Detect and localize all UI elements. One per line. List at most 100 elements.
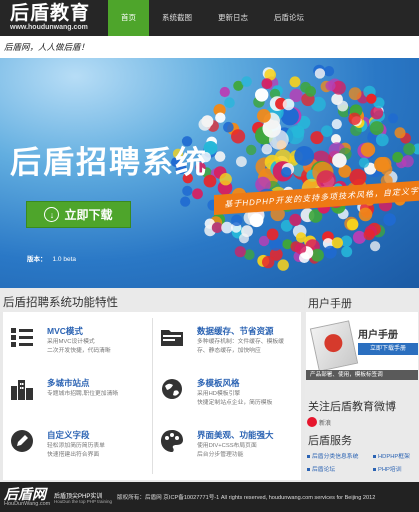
balloon — [246, 144, 257, 156]
balloon — [277, 259, 289, 271]
balloon — [224, 97, 235, 108]
feature-desc: 多种缓存机制：文件缓存、模板缓存、静态缓存，加快响应 — [197, 339, 284, 354]
manual-download-button[interactable]: 立即下载手册 — [358, 343, 418, 355]
banner-title: 后盾招聘系统 — [10, 145, 208, 180]
balloon — [358, 207, 373, 222]
balloon — [215, 112, 226, 123]
service-link[interactable]: 后盾论坛 — [307, 464, 335, 473]
balloon — [305, 86, 316, 97]
balloon — [380, 163, 393, 176]
balloon — [348, 112, 361, 125]
city-icon — [11, 380, 33, 400]
balloon — [299, 252, 310, 263]
balloon — [394, 127, 406, 139]
folder-icon — [161, 330, 183, 346]
balloon — [360, 142, 376, 157]
balloon — [219, 173, 232, 186]
nav-home[interactable]: 首页 — [108, 0, 149, 36]
balloon — [281, 167, 292, 178]
balloon — [323, 66, 335, 77]
balloon — [289, 213, 302, 226]
balloon — [363, 229, 375, 241]
balloon — [219, 86, 230, 98]
download-button[interactable]: ↓ 立即下载 — [26, 201, 131, 228]
balloon — [401, 155, 414, 168]
palette-icon — [161, 430, 183, 452]
balloon — [211, 222, 223, 234]
manual-title: 用户手册 — [358, 330, 398, 341]
nav-forum[interactable]: 后盾论坛 — [261, 0, 317, 36]
feature-title: 多模板风格 — [197, 378, 240, 388]
balloon — [241, 76, 252, 87]
balloon — [337, 100, 349, 112]
balloon — [239, 233, 249, 244]
version-label: 版本： — [27, 256, 47, 263]
balloon — [310, 248, 324, 262]
feature-custom-fields: 自定义字段 轻松添加简历简历表单 快速搭建出符合界面 — [3, 422, 143, 472]
service-link[interactable]: 后盾分类信息系统 — [307, 451, 358, 460]
balloon — [294, 146, 315, 166]
footer: 后盾网 HouDunWang.com 后盾顶尖PHP实训 HouDun the … — [0, 482, 419, 512]
footer-tagline-sub: HouDun the top PHP training — [54, 499, 112, 504]
feature-desc: 专题城市招聘,职位更加清晰 — [47, 391, 119, 397]
balloon — [332, 153, 347, 168]
feature-templates: 多模板风格 采用HD模板引擎 快捷定制站点企业，简历模板 — [153, 370, 293, 420]
manual-book-icon — [309, 320, 359, 372]
list-icon — [11, 328, 33, 347]
manual-card[interactable]: 用户手册 立即下载手册 产品部署、使用，模板标签调 — [306, 312, 418, 380]
balloon — [223, 121, 234, 133]
feature-desc: 采用HD模板引擎 快捷定制站点企业，简历模板 — [197, 391, 273, 406]
feature-cache: 数据缓存、节省资源 多种缓存机制：文件缓存、模板缓存、静态缓存，加快响应 — [153, 318, 293, 368]
feature-desc: 轻松添加简历简历表单 快速搭建出符合界面 — [47, 443, 105, 458]
balloon — [231, 214, 243, 226]
balloon — [192, 188, 203, 200]
balloon — [261, 78, 273, 89]
balloon — [282, 98, 295, 111]
slogan-bar: 后盾网，人人做后盾！ — [0, 36, 419, 58]
balloon — [370, 241, 381, 252]
balloon — [180, 196, 191, 207]
balloon — [375, 133, 389, 147]
feature-mvc: MVC模式 采用MVC设计模式 二次开发快捷，代码清晰 — [3, 318, 143, 368]
weibo-label[interactable]: 新浪 — [319, 418, 331, 427]
features-heading: 后盾招聘系统功能特性 — [3, 297, 118, 309]
logo-url: www.houdunwang.com — [10, 24, 88, 31]
feature-title: 多城市站点 — [47, 378, 90, 388]
balloon — [231, 129, 246, 144]
features-header: 后盾招聘系统功能特性 — [0, 290, 304, 312]
download-arrow-icon: ↓ — [44, 207, 60, 222]
nav-screenshots[interactable]: 系统截图 — [149, 0, 205, 36]
feature-title: MVC模式 — [47, 326, 83, 336]
main-nav: 首页 系统截图 更新日志 后盾论坛 — [108, 0, 317, 36]
logo-title: 后盾教育 — [10, 3, 91, 24]
balloon — [370, 106, 384, 120]
balloon — [262, 255, 275, 269]
footer-copyright: 版权所有：后盾网 京ICP备10027771号-1 All rights res… — [117, 495, 376, 501]
balloon — [358, 157, 370, 168]
globe-icon — [162, 379, 182, 399]
balloon — [295, 232, 307, 243]
nav-changelog[interactable]: 更新日志 — [205, 0, 261, 36]
service-link[interactable]: HDPHP框架 — [373, 451, 410, 460]
service-link[interactable]: PHP培训 — [373, 464, 402, 473]
top-header: 后盾教育 www.houdunwang.com 首页 系统截图 更新日志 后盾论… — [0, 0, 419, 36]
pencil-icon — [11, 430, 33, 452]
balloon — [387, 113, 399, 124]
balloon — [182, 185, 193, 196]
feature-title: 自定义字段 — [47, 430, 90, 440]
feature-title: 界面美观、功能强大 — [197, 430, 274, 440]
site-logo[interactable]: 后盾教育 www.houdunwang.com — [10, 4, 90, 32]
feature-desc: 采用MVC设计模式 二次开发快捷，代码清晰 — [47, 339, 111, 354]
sidebar: 用户手册 用户手册 立即下载手册 产品部署、使用，模板标签调 关注后盾教育微博 … — [305, 290, 419, 480]
balloon — [321, 125, 333, 137]
feature-ui: 界面美观、功能强大 使用DIV+CSS布局页面 后台分步管理功能 — [153, 422, 293, 472]
balloon — [257, 109, 271, 123]
balloon — [269, 129, 289, 150]
balloon — [341, 246, 353, 258]
balloon — [201, 115, 214, 128]
download-button-label: 立即下载 — [64, 208, 113, 222]
slogan-text: 后盾网，人人做后盾！ — [4, 43, 90, 53]
balloon — [286, 126, 304, 145]
weibo-icon[interactable] — [307, 417, 317, 427]
balloon — [234, 246, 246, 258]
